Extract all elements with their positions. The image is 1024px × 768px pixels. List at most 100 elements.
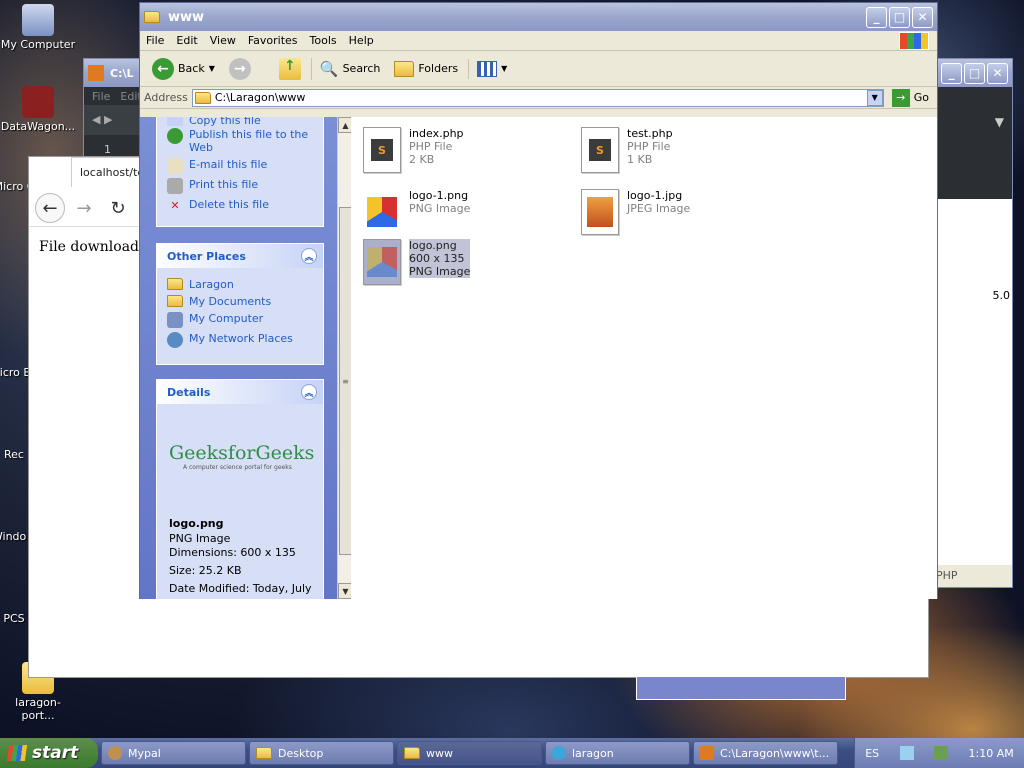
detail-dimensions: Dimensions: 600 x 135 xyxy=(169,546,296,559)
copy-icon xyxy=(167,117,183,126)
file-tasks-panel: Copy this file Publish this file to the … xyxy=(156,117,324,227)
logo-subtitle: A computer science portal for geeks xyxy=(183,464,292,471)
desktop-icon-datawagon[interactable]: DataWagon... xyxy=(0,86,76,133)
menu-help[interactable]: Help xyxy=(343,34,380,47)
go-button[interactable]: → Go xyxy=(888,87,933,109)
search-button[interactable]: 🔍 Search xyxy=(310,57,384,80)
file-item-logo-1-png[interactable]: logo-1.png PNG Image xyxy=(363,189,470,235)
file-item-index-php[interactable]: S index.php PHP File 2 KB xyxy=(363,127,464,173)
collapse-icon[interactable]: ︽ xyxy=(301,384,317,400)
toolbar: ← Back ▼ → ↑ 🔍 Search Folders ▼ xyxy=(140,51,937,87)
email-file-link[interactable]: E-mail this file xyxy=(157,156,323,176)
up-folder-icon: ↑ xyxy=(278,57,301,80)
print-file-link[interactable]: Print this file xyxy=(157,176,323,196)
other-places-panel: Other Places ︽ Laragon My Documents My Co… xyxy=(156,243,324,365)
task-desktop[interactable]: Desktop xyxy=(249,741,394,765)
menu-file[interactable]: File xyxy=(92,90,110,103)
copy-file-link[interactable]: Copy this file xyxy=(157,117,323,126)
printer-icon xyxy=(167,178,183,194)
dropdown-icon[interactable]: ▼ xyxy=(866,89,883,106)
network-tray-icon[interactable] xyxy=(899,746,914,760)
system-tray: ES 1:10 AM xyxy=(854,738,1024,768)
detail-size: Size: 25.2 KB xyxy=(169,564,242,577)
sublime-file-icon: S xyxy=(581,127,619,173)
explorer-titlebar[interactable]: www _ □ ✕ xyxy=(140,3,937,31)
task-mypal[interactable]: Mypal xyxy=(101,741,246,765)
menu-file[interactable]: File xyxy=(140,34,170,47)
close-button[interactable]: ✕ xyxy=(912,6,933,28)
file-item-logo-1-jpg[interactable]: logo-1.jpg JPEG Image xyxy=(581,189,690,235)
sublime-side-panel: 5.0 xyxy=(932,199,1012,569)
minimize-button[interactable]: _ xyxy=(866,6,887,28)
forward-button[interactable]: → xyxy=(225,56,255,82)
views-button[interactable]: ▼ xyxy=(468,58,511,79)
line-number: 1 xyxy=(104,143,111,156)
taskbar: start Mypal Desktop www laragon C:\Larag… xyxy=(0,738,1024,768)
sublime-file-icon: S xyxy=(363,127,401,173)
folder-icon xyxy=(404,747,420,759)
task-sublime[interactable]: C:\Laragon\www\t... xyxy=(693,741,838,765)
scroll-up-icon[interactable]: ▲ xyxy=(338,117,351,133)
window-title: www xyxy=(168,9,205,25)
shortcut-icon xyxy=(22,86,54,118)
scroll-down-icon[interactable]: ▼ xyxy=(338,583,351,599)
delete-file-link[interactable]: ✕ Delete this file xyxy=(157,196,323,216)
scroll-thumb[interactable]: ≡ xyxy=(339,207,351,555)
nav-arrows[interactable]: ◀ ▶ xyxy=(84,105,144,135)
clock[interactable]: 1:10 AM xyxy=(969,747,1014,760)
file-item-test-php[interactable]: S test.php PHP File 1 KB xyxy=(581,127,673,173)
chevron-down-icon: ▼ xyxy=(208,64,215,73)
back-icon[interactable]: ← xyxy=(35,193,65,223)
email-icon xyxy=(167,158,183,174)
detail-modified: Date Modified: Today, July xyxy=(169,582,312,595)
back-arrow-icon: ← xyxy=(152,57,174,80)
back-button[interactable]: ← Back ▼ xyxy=(148,56,219,82)
language-indicator[interactable]: ES xyxy=(865,747,879,760)
minimize-button[interactable]: _ xyxy=(941,62,962,84)
png-image-icon xyxy=(363,239,401,285)
dropdown-icon[interactable]: ▼ xyxy=(995,115,1004,129)
detail-type: PNG Image xyxy=(169,532,231,545)
place-my-network[interactable]: My Network Places xyxy=(157,330,323,350)
other-places-header[interactable]: Other Places ︽ xyxy=(157,244,323,268)
menu-tools[interactable]: Tools xyxy=(304,34,343,47)
maximize-button[interactable]: □ xyxy=(964,62,985,84)
menu-favorites[interactable]: Favorites xyxy=(242,34,304,47)
folder-icon xyxy=(256,747,272,759)
png-image-icon xyxy=(363,189,401,235)
close-button[interactable]: ✕ xyxy=(987,62,1008,84)
place-my-documents[interactable]: My Documents xyxy=(157,293,323,310)
maximize-button[interactable]: □ xyxy=(889,6,910,28)
place-laragon[interactable]: Laragon xyxy=(157,276,323,293)
detail-name: logo.png xyxy=(169,517,224,530)
folders-button[interactable]: Folders xyxy=(390,59,462,79)
publish-file-link[interactable]: Publish this file to the Web xyxy=(157,126,323,156)
status-syntax: PHP xyxy=(932,565,1012,587)
jpeg-image-icon xyxy=(581,189,619,235)
start-button[interactable]: start xyxy=(0,738,98,768)
task-pane-scrollbar[interactable]: ▲ ≡ ▼ xyxy=(337,117,351,599)
computer-icon xyxy=(167,312,183,328)
forward-icon[interactable]: → xyxy=(69,193,99,223)
sublime-icon xyxy=(700,746,714,760)
tray-icon[interactable] xyxy=(934,746,949,760)
place-my-computer[interactable]: My Computer xyxy=(157,310,323,330)
mypal-icon xyxy=(108,746,122,760)
desktop-icon-my-computer[interactable]: My Computer xyxy=(0,4,76,51)
address-input[interactable]: C:\Laragon\www ▼ xyxy=(191,88,884,107)
details-header[interactable]: Details ︽ xyxy=(157,380,323,404)
task-www[interactable]: www xyxy=(397,741,542,765)
collapse-icon[interactable]: ︽ xyxy=(301,248,317,264)
details-thumbnail: GeeksforGeeks A computer science portal … xyxy=(157,404,323,471)
menu-view[interactable]: View xyxy=(204,34,242,47)
menu-edit[interactable]: Edit xyxy=(170,34,203,47)
computer-icon xyxy=(22,4,54,36)
explorer-window[interactable]: www _ □ ✕ File Edit View Favorites Tools… xyxy=(139,2,938,599)
up-folder-button[interactable]: ↑ xyxy=(275,56,305,82)
search-icon: 🔍 xyxy=(319,59,339,78)
task-laragon[interactable]: laragon xyxy=(545,741,690,765)
reload-icon[interactable]: ↻ xyxy=(103,193,133,223)
file-item-logo-png[interactable]: logo.png 600 x 135 PNG Image xyxy=(363,239,471,285)
sublime-app-icon xyxy=(88,65,104,81)
details-panel: Details ︽ GeeksforGeeks A computer scienc… xyxy=(156,379,324,599)
